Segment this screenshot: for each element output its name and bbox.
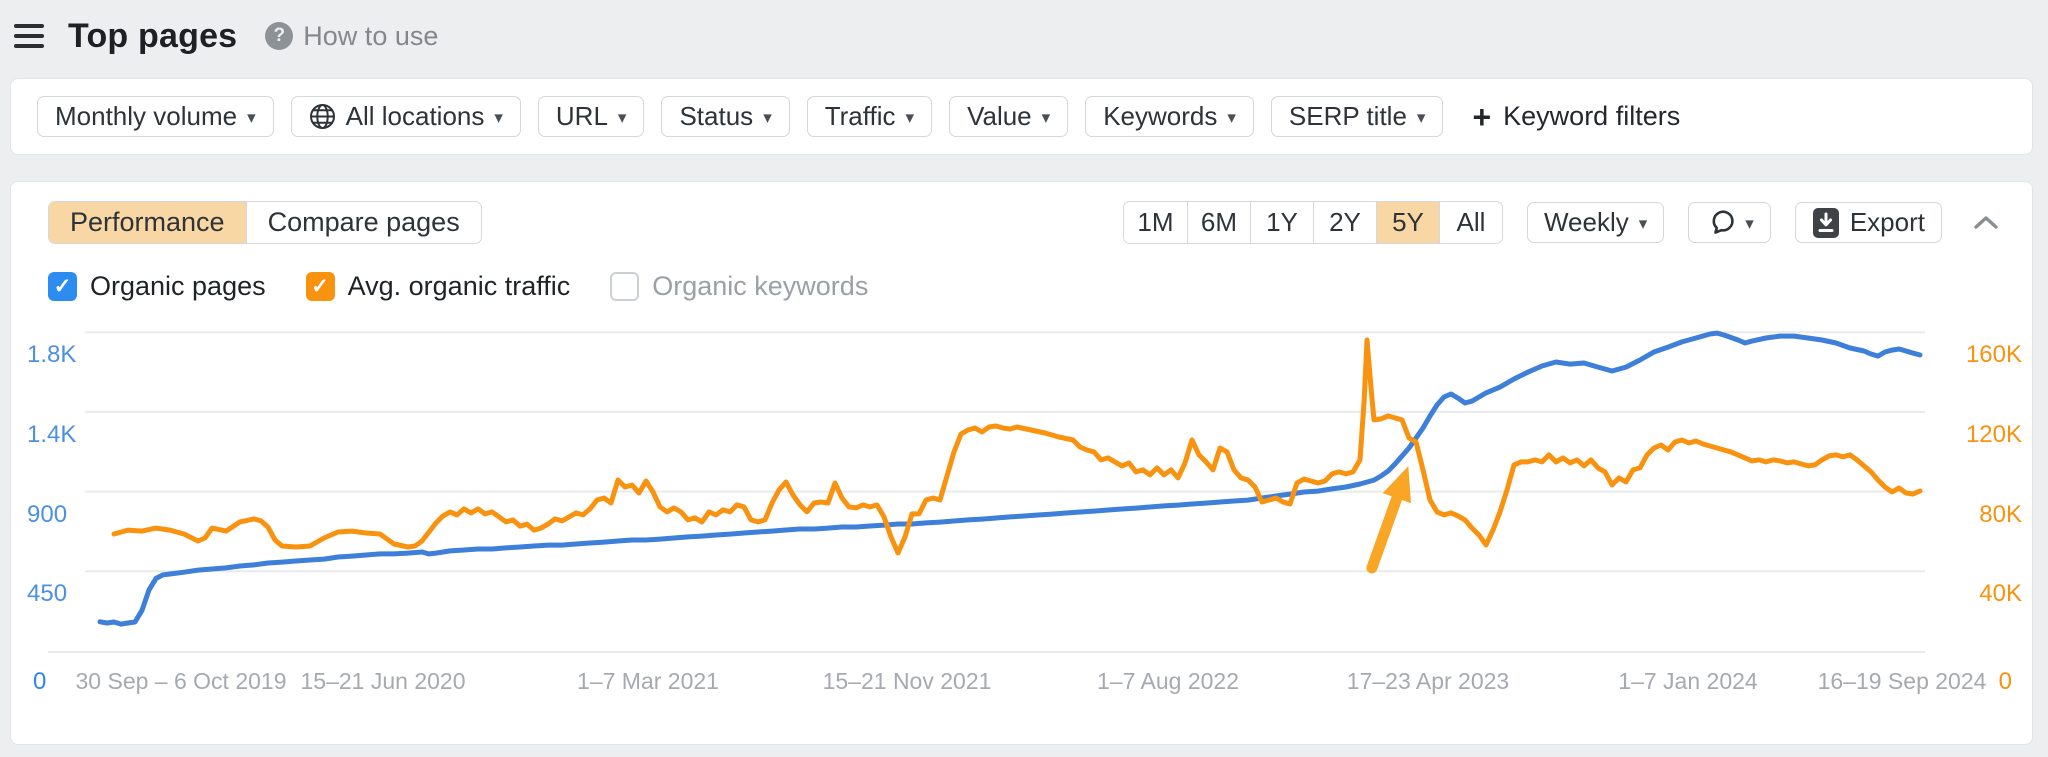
legend-toggle-organic-pages[interactable]: ✓Organic pages bbox=[48, 271, 266, 302]
chevron-down-icon: ▾ bbox=[1417, 108, 1426, 128]
x-axis-date-label: 15–21 Jun 2020 bbox=[301, 668, 466, 695]
export-file-icon bbox=[1812, 207, 1840, 239]
y-axis-right-tick: 160K bbox=[1966, 341, 2022, 369]
comments-dropdown[interactable]: ▾ bbox=[1688, 202, 1771, 243]
filter-monthly-volume[interactable]: Monthly volume▾ bbox=[37, 96, 274, 137]
range-all[interactable]: All bbox=[1439, 202, 1502, 243]
filter-bar: Monthly volume▾ All locations▾ URL▾ Status▾… bbox=[10, 78, 2033, 155]
x-axis-date-label: 1–7 Jan 2024 bbox=[1618, 668, 1757, 695]
y-axis-left-tick: 900 bbox=[27, 501, 67, 529]
tab-performance[interactable]: Performance bbox=[49, 202, 246, 243]
series-legend: ✓Organic pages ✓Avg. organic traffic Organ… bbox=[48, 271, 2006, 302]
tab-compare-pages[interactable]: Compare pages bbox=[246, 202, 481, 243]
chat-bubble-icon bbox=[1705, 208, 1735, 238]
menu-icon[interactable] bbox=[12, 21, 46, 51]
x-axis-date-label: 17–23 Apr 2023 bbox=[1347, 668, 1509, 695]
filter-serp-title[interactable]: SERP title▾ bbox=[1271, 96, 1444, 137]
how-to-use-label: How to use bbox=[303, 21, 438, 52]
legend-toggle-avg-organic-traffic[interactable]: ✓Avg. organic traffic bbox=[306, 271, 571, 302]
chevron-down-icon: ▾ bbox=[1745, 214, 1754, 234]
filter-keywords[interactable]: Keywords▾ bbox=[1085, 96, 1254, 137]
filter-buttons: Monthly volume▾ All locations▾ URL▾ Status▾… bbox=[37, 96, 1443, 137]
y-axis-right-tick: 40K bbox=[1979, 580, 2022, 608]
x-axis-date-label: 1–7 Mar 2021 bbox=[577, 668, 719, 695]
range-6m[interactable]: 6M bbox=[1187, 202, 1250, 243]
chevron-down-icon: ▾ bbox=[494, 108, 503, 128]
y-axis-right-zero: 0 bbox=[1999, 668, 2012, 696]
chevron-up-icon bbox=[1971, 213, 2001, 233]
add-keyword-filters-button[interactable]: + Keyword filters bbox=[1472, 101, 1680, 133]
y-axis-left-tick: 450 bbox=[27, 580, 67, 608]
y-axis-right-tick: 120K bbox=[1966, 421, 2022, 449]
filter-value[interactable]: Value▾ bbox=[949, 96, 1068, 137]
question-mark-icon: ? bbox=[265, 22, 293, 50]
chevron-down-icon: ▾ bbox=[618, 108, 627, 128]
view-tabs: PerformanceCompare pages bbox=[48, 201, 482, 244]
plus-icon: + bbox=[1472, 101, 1491, 133]
chart-card: PerformanceCompare pages 1M6M1Y2Y5YAll W… bbox=[10, 181, 2033, 745]
export-button[interactable]: Export bbox=[1795, 202, 1942, 243]
collapse-chart-button[interactable] bbox=[1966, 202, 2006, 243]
date-range-group: 1M6M1Y2Y5YAll bbox=[1123, 201, 1503, 244]
add-keyword-filters-label: Keyword filters bbox=[1503, 101, 1680, 132]
range-1y[interactable]: 1Y bbox=[1250, 202, 1313, 243]
filter-traffic[interactable]: Traffic▾ bbox=[807, 96, 932, 137]
filter-url[interactable]: URL▾ bbox=[538, 96, 645, 137]
y-axis-left-tick: 1.4K bbox=[27, 421, 76, 449]
globe-icon bbox=[309, 103, 336, 130]
chart-header: PerformanceCompare pages 1M6M1Y2Y5YAll W… bbox=[37, 201, 2006, 244]
filter-all-locations[interactable]: All locations▾ bbox=[291, 96, 521, 137]
chevron-down-icon: ▾ bbox=[906, 108, 915, 128]
checkbox-unchecked-icon bbox=[610, 272, 639, 301]
x-axis-date-label: 15–21 Nov 2021 bbox=[823, 668, 992, 695]
chevron-down-icon: ▾ bbox=[763, 108, 772, 128]
range-1m[interactable]: 1M bbox=[1124, 202, 1187, 243]
x-axis-date-label: 1–7 Aug 2022 bbox=[1097, 668, 1239, 695]
page-title: Top pages bbox=[68, 17, 237, 56]
how-to-use-link[interactable]: ? How to use bbox=[265, 21, 438, 52]
granularity-label: Weekly bbox=[1544, 207, 1629, 238]
chart-controls: 1M6M1Y2Y5YAll Weekly ▾ ▾ Export bbox=[1123, 201, 2006, 244]
y-axis-right-tick: 80K bbox=[1979, 501, 2022, 529]
chevron-down-icon: ▾ bbox=[1639, 214, 1648, 234]
x-axis-date-label: 30 Sep – 6 Oct 2019 bbox=[76, 668, 287, 695]
top-bar: Top pages ? How to use bbox=[0, 0, 2048, 62]
checkbox-checked-icon: ✓ bbox=[306, 272, 335, 301]
filter-status[interactable]: Status▾ bbox=[661, 96, 789, 137]
chevron-down-icon: ▾ bbox=[247, 108, 256, 128]
chevron-down-icon: ▾ bbox=[1227, 108, 1236, 128]
granularity-dropdown[interactable]: Weekly ▾ bbox=[1527, 202, 1664, 243]
x-axis-date-label: 16–19 Sep 2024 bbox=[1818, 668, 1987, 695]
checkbox-checked-icon: ✓ bbox=[48, 272, 77, 301]
range-2y[interactable]: 2Y bbox=[1313, 202, 1376, 243]
y-axis-left-tick: 1.8K bbox=[27, 341, 76, 369]
export-label: Export bbox=[1850, 207, 1925, 238]
y-axis-left-zero: 0 bbox=[33, 668, 46, 696]
legend-toggle-organic-keywords[interactable]: Organic keywords bbox=[610, 271, 868, 302]
range-5y[interactable]: 5Y bbox=[1376, 202, 1439, 243]
chevron-down-icon: ▾ bbox=[1042, 108, 1051, 128]
